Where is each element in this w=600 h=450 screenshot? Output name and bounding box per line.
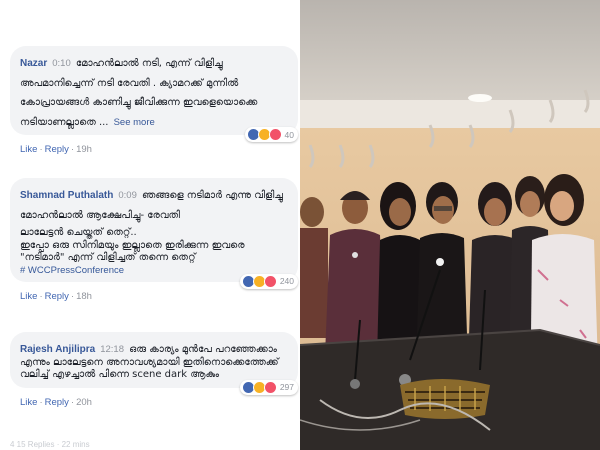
comment-author[interactable]: Shamnad Puthalath <box>20 190 113 201</box>
comment-text: ഒരു കാര്യം മുൻപേ പറഞ്ഞേക്കാം <box>129 344 277 355</box>
like-button[interactable]: Like <box>20 397 37 408</box>
comment-age[interactable]: 20h <box>76 397 92 408</box>
video-timestamp[interactable]: 12:18 <box>100 344 124 355</box>
reaction-summary[interactable]: 297 <box>239 379 298 395</box>
comment-item: Shamnad Puthalath 0:09 ഞങ്ങളെ നടിമാർ എന്ന… <box>10 178 298 302</box>
video-timestamp[interactable]: 0:09 <box>118 190 137 201</box>
comment-item: Nazar 0:10 മോഹൻലാൽ നടി, എന്ന് വിളിച്ചു അപ… <box>10 46 298 155</box>
comment-item: Rajesh Anjilipra 12:18 ഒരു കാര്യം മുൻപേ പ… <box>10 332 298 408</box>
comment-bubble: Nazar 0:10 മോഹൻലാൽ നടി, എന്ന് വിളിച്ചു അപ… <box>10 46 298 142</box>
comment-bubble: Rajesh Anjilipra 12:18 ഒരു കാര്യം മുൻപേ പ… <box>10 332 298 395</box>
video-timestamp[interactable]: 0:10 <box>52 58 71 69</box>
love-icon <box>263 274 277 288</box>
photo-illustration <box>300 0 600 450</box>
comment-actions: Like · Reply · 20h <box>20 396 92 408</box>
comment-author[interactable]: Rajesh Anjilipra <box>20 344 95 355</box>
reply-button[interactable]: Reply <box>45 144 69 155</box>
comment-actions: Like · Reply · 19h <box>20 144 92 155</box>
comment-age[interactable]: 19h <box>76 144 92 155</box>
reaction-summary[interactable]: 40 <box>244 127 298 142</box>
see-more-link[interactable]: See more <box>114 117 155 128</box>
comment-bubble: Shamnad Puthalath 0:09 ഞങ്ങളെ നടിമാർ എന്ന… <box>10 178 298 289</box>
comment-author[interactable]: Nazar <box>20 58 47 69</box>
love-icon <box>263 380 277 394</box>
reply-button[interactable]: Reply <box>45 397 69 408</box>
press-conference-photo <box>300 0 600 450</box>
comments-panel: Nazar 0:10 മോഹൻലാൽ നടി, എന്ന് വിളിച്ചു അപ… <box>0 0 300 450</box>
reaction-count: 297 <box>279 382 294 392</box>
like-button[interactable]: Like <box>20 291 37 302</box>
reaction-count: 40 <box>284 129 294 140</box>
reply-button[interactable]: Reply <box>45 291 69 302</box>
like-button[interactable]: Like <box>20 144 37 155</box>
love-icon <box>268 128 282 141</box>
reaction-summary[interactable]: 240 <box>239 273 298 289</box>
reaction-count: 240 <box>279 276 294 286</box>
comment-text-continued: ലാലേട്ടൻ ചെയ്തത് തെറ്റ്.. ഇപ്പോ ഒരു സിനി… <box>20 227 245 263</box>
comment-age[interactable]: 18h <box>76 291 92 302</box>
comment-actions: Like · Reply · 18h <box>20 290 92 302</box>
comment-text-continued: എന്നും ലാലേട്ടനെ അനാവശ്യമായി ഇതിനൊക്കെത്… <box>20 356 279 381</box>
more-replies-link[interactable]: 4 15 Replies · 22 mins <box>10 440 90 449</box>
